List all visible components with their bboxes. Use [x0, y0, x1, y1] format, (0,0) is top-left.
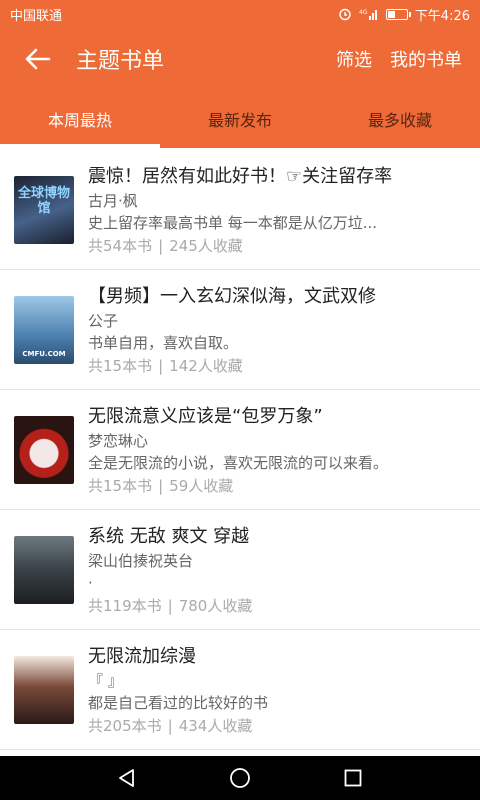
system-nav-bar: [0, 756, 480, 800]
svg-text:4G: 4G: [359, 9, 368, 16]
booklist-description: ·: [88, 574, 93, 592]
favorite-count: 142人收藏: [169, 357, 243, 375]
book-cover: [14, 536, 74, 604]
booklist-stats: 共205本书 | 434人收藏: [88, 714, 468, 738]
booklist-author: 梦恋琳心: [88, 432, 149, 450]
booklist-stats: 共119本书 | 780人收藏: [88, 594, 468, 618]
book-count: 共15本书: [88, 477, 153, 495]
arrow-left-icon: [25, 48, 51, 70]
alarm-icon: [339, 8, 351, 21]
book-count: 共54本书: [88, 237, 153, 255]
stats-separator: |: [158, 237, 164, 255]
tab-weekly-hot[interactable]: 本周最热: [0, 90, 160, 148]
booklist-title: 无限流加综漫: [88, 646, 196, 667]
carrier-name: 中国联通: [10, 8, 63, 24]
page-title: 主题书单: [76, 49, 165, 74]
book-count: 共15本书: [88, 357, 153, 375]
nav-home-button[interactable]: [220, 758, 260, 798]
book-cover: [14, 656, 74, 724]
booklist-author: 古月·枫: [88, 192, 138, 210]
app-bar: 主题书单 筛选 我的书单: [0, 28, 480, 90]
book-cover: 全球博物馆: [14, 176, 74, 244]
favorite-count: 245人收藏: [169, 237, 243, 255]
booklist-description: 全是无限流的小说，喜欢无限流的可以来看。: [88, 454, 389, 472]
booklist-title: 震惊！居然有如此好书！☞关注留存率: [88, 166, 393, 187]
clock: 下午4:26: [414, 8, 470, 24]
booklist-author: 梁山伯揍祝英台: [88, 552, 194, 570]
stats-separator: |: [167, 717, 173, 735]
booklist-item[interactable]: 全球博物馆 震惊！居然有如此好书！☞关注留存率 古月·枫 史上留存率最高书单 每…: [0, 150, 480, 270]
booklist-item[interactable]: 无限流加综漫 『 』 都是自己看过的比较好的书 共205本书 | 434人收藏: [0, 630, 480, 750]
booklist-author: 公子: [88, 312, 119, 330]
booklist-title: 【男频】一入玄幻深似海，文武双修: [88, 286, 376, 307]
triangle-back-icon: [118, 769, 134, 787]
stats-separator: |: [167, 597, 173, 615]
booklist-author: 『 』: [88, 672, 123, 690]
nav-recents-button[interactable]: [333, 758, 373, 798]
booklist-stats: 共15本书 | 142人收藏: [88, 354, 468, 378]
booklist-description: 都是自己看过的比较好的书: [88, 694, 269, 712]
filter-button[interactable]: 筛选: [336, 46, 372, 72]
cover-title: CMFU.COM: [22, 350, 66, 358]
booklist-stats: 共15本书 | 59人收藏: [88, 474, 468, 498]
nav-back-button[interactable]: [107, 758, 147, 798]
back-button[interactable]: [0, 28, 76, 90]
tab-bar: 本周最热 最新发布 最多收藏: [0, 90, 480, 148]
favorite-count: 780人收藏: [178, 597, 253, 615]
favorite-count: 434人收藏: [178, 717, 253, 735]
booklist-list: 全球博物馆 震惊！居然有如此好书！☞关注留存率 古月·枫 史上留存率最高书单 每…: [0, 150, 480, 750]
circle-home-icon: [230, 768, 250, 788]
booklist-description: 史上留存率最高书单 每一本都是从亿万垃...: [88, 214, 378, 232]
book-count: 共119本书: [88, 597, 162, 615]
stats-separator: |: [158, 357, 164, 375]
booklist-title: 系统 无敌 爽文 穿越: [88, 526, 250, 547]
my-booklists-button[interactable]: 我的书单: [390, 46, 462, 72]
booklist-description: 书单自用，喜欢自取。: [88, 334, 239, 352]
square-recents-icon: [344, 769, 362, 787]
stats-separator: |: [158, 477, 164, 495]
cover-title: 全球博物馆: [17, 186, 70, 216]
book-cover: CMFU.COM: [14, 296, 74, 364]
booklist-stats: 共54本书 | 245人收藏: [88, 234, 468, 258]
favorite-count: 59人收藏: [169, 477, 234, 495]
tab-latest[interactable]: 最新发布: [160, 90, 320, 148]
booklist-item[interactable]: 系统 无敌 爽文 穿越 梁山伯揍祝英台 · 共119本书 | 780人收藏: [0, 510, 480, 630]
status-bar: 中国联通 4G 下午4:26: [0, 0, 480, 28]
battery-icon: [385, 8, 411, 20]
booklist-title: 无限流意义应该是“包罗万象”: [88, 406, 323, 427]
booklist-item[interactable]: CMFU.COM 【男频】一入玄幻深似海，文武双修 公子 书单自用，喜欢自取。 …: [0, 270, 480, 390]
book-cover: [14, 416, 74, 484]
status-icons: 4G 下午4:26: [338, 5, 470, 24]
tab-most-favorited[interactable]: 最多收藏: [320, 90, 480, 148]
book-count: 共205本书: [88, 717, 162, 735]
booklist-item[interactable]: 无限流意义应该是“包罗万象” 梦恋琳心 全是无限流的小说，喜欢无限流的可以来看。…: [0, 390, 480, 510]
signal-icon: 4G: [359, 9, 377, 20]
